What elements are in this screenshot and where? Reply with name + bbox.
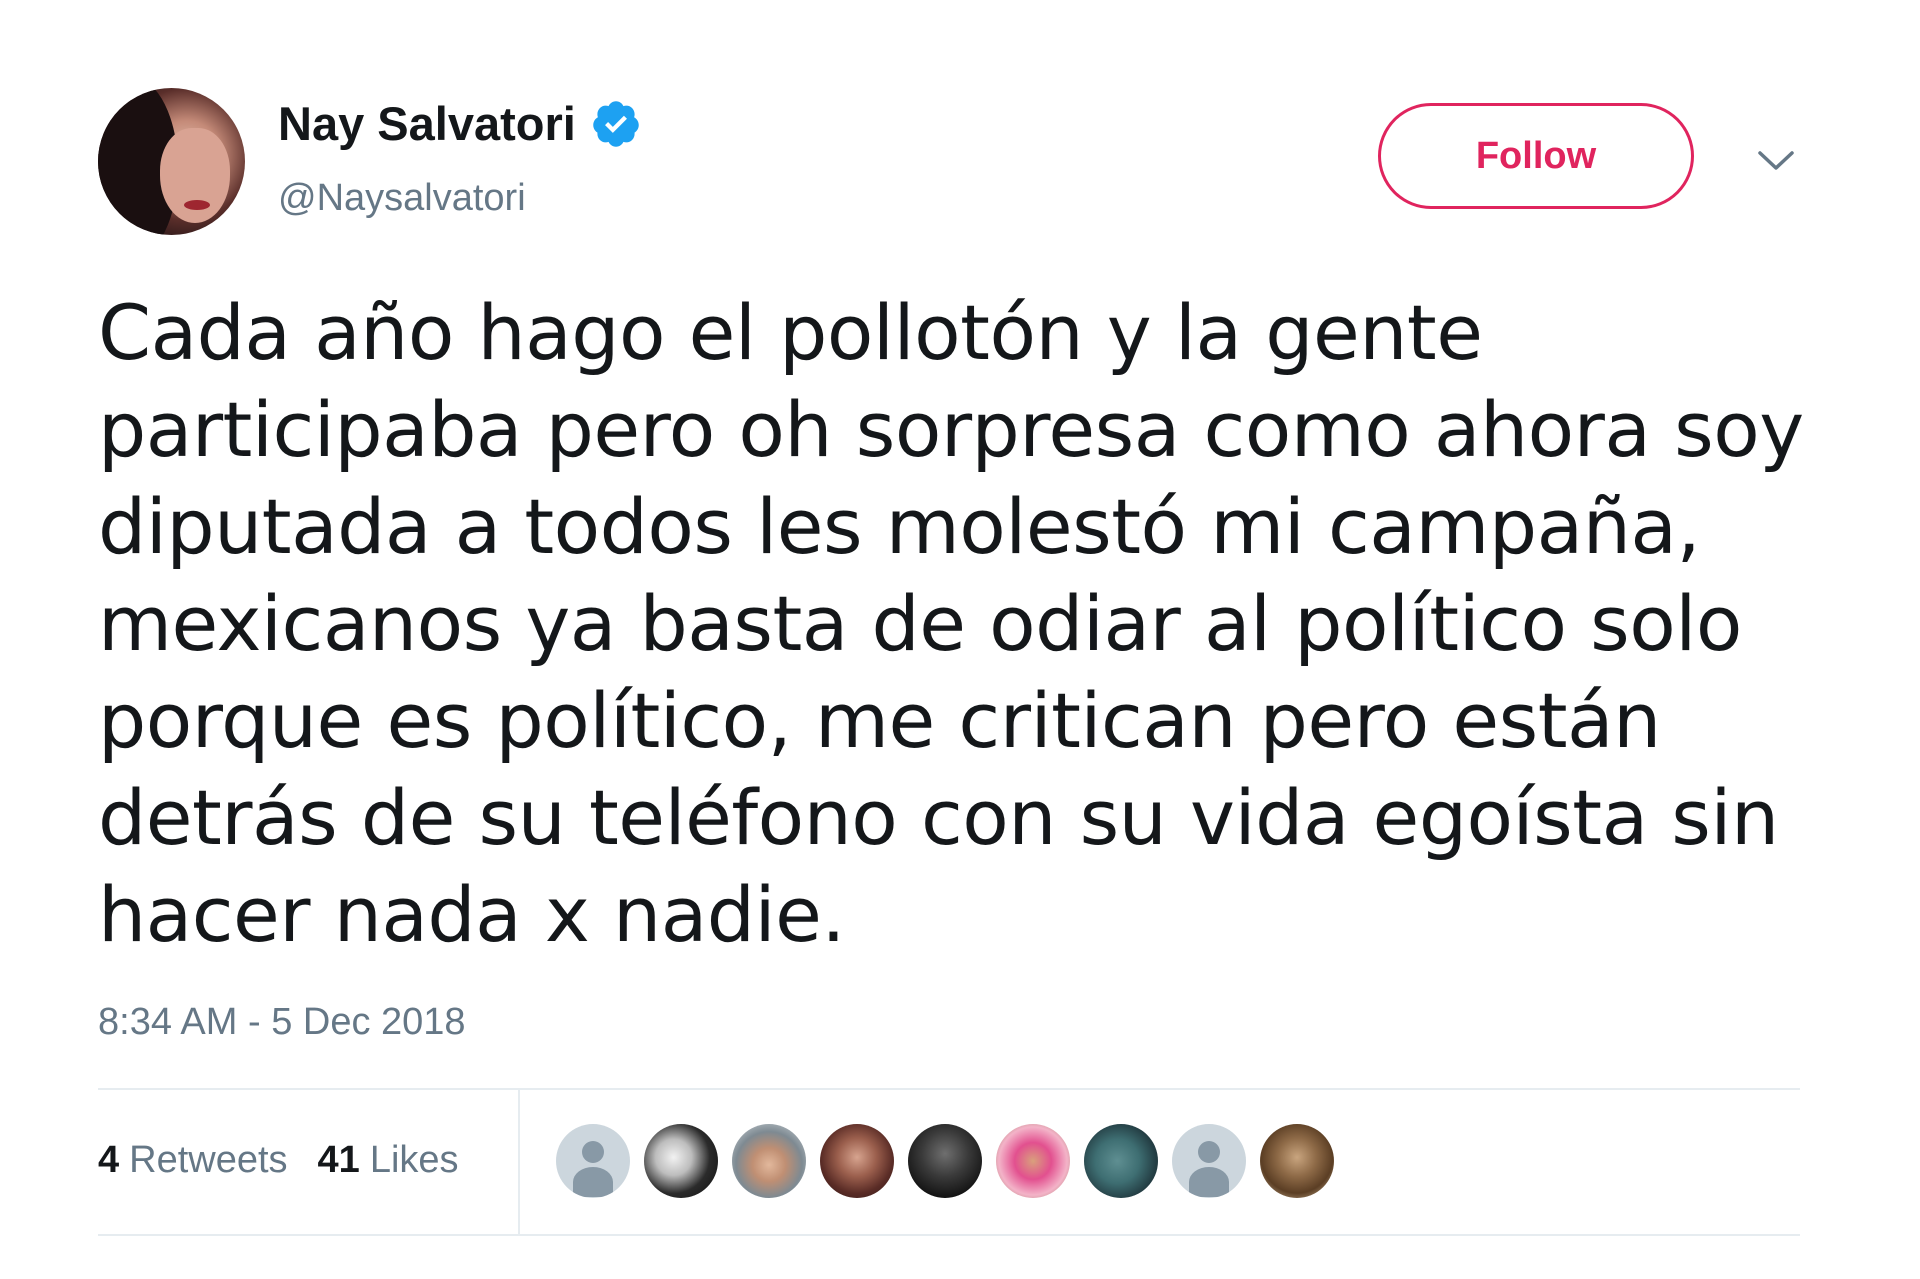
liker-avatar[interactable]	[908, 1124, 982, 1198]
likes-count: 41	[317, 1139, 360, 1181]
liker-avatar[interactable]	[556, 1124, 630, 1198]
user-name-row: Nay Salvatori	[278, 96, 642, 152]
divider	[98, 1234, 1800, 1236]
user-display-name[interactable]: Nay Salvatori	[278, 96, 576, 152]
retweets-stat[interactable]: 4 Retweets	[98, 1136, 288, 1184]
liker-avatar[interactable]	[996, 1124, 1070, 1198]
user-handle[interactable]: @Naysalvatori	[278, 176, 526, 220]
divider	[518, 1090, 520, 1234]
retweets-count: 4	[98, 1139, 120, 1181]
divider	[98, 1088, 1800, 1090]
tweet-stats: 4 Retweets 41 Likes	[98, 1136, 459, 1184]
likes-label: Likes	[369, 1139, 459, 1181]
tweet-timestamp[interactable]: 8:34 AM - 5 Dec 2018	[98, 999, 466, 1045]
chevron-down-icon[interactable]	[1756, 148, 1796, 174]
liker-avatar[interactable]	[732, 1124, 806, 1198]
default-profile-icon	[1198, 1141, 1220, 1163]
liker-avatar[interactable]	[1084, 1124, 1158, 1198]
liker-avatar[interactable]	[644, 1124, 718, 1198]
liker-avatar[interactable]	[820, 1124, 894, 1198]
user-avatar[interactable]	[98, 88, 245, 235]
default-profile-icon	[582, 1141, 604, 1163]
follow-button[interactable]: Follow	[1378, 103, 1694, 209]
tweet-text: Cada año hago el pollotón y la gente par…	[98, 288, 1804, 959]
liker-avatar[interactable]	[1260, 1124, 1334, 1198]
likers-avatars	[556, 1124, 1334, 1198]
verified-badge-icon	[593, 101, 639, 147]
retweets-label: Retweets	[129, 1139, 288, 1181]
tweet-card: Nay Salvatori @Naysalvatori Follow Cada …	[0, 0, 1920, 1279]
liker-avatar[interactable]	[1172, 1124, 1246, 1198]
likes-stat[interactable]: 41 Likes	[318, 1136, 459, 1184]
